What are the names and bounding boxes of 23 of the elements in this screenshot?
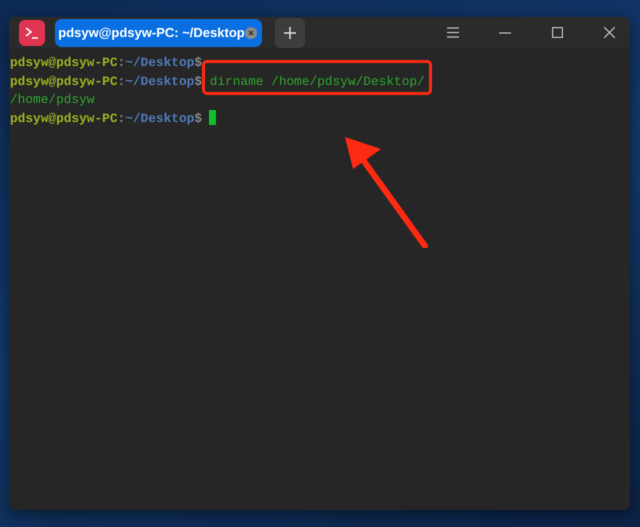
new-tab-button[interactable]	[275, 18, 305, 48]
minimize-icon	[499, 32, 511, 34]
plus-icon	[284, 26, 296, 38]
close-icon	[604, 27, 614, 38]
command-text: dirname /home/pdsyw/Desktop/	[210, 74, 425, 88]
maximize-icon	[552, 27, 562, 38]
prompt-user-host: pdsyw@pdsyw-PC	[10, 110, 118, 126]
prompt-separator: :	[118, 110, 126, 126]
menu-icon	[447, 27, 459, 38]
prompt-user-host: pdsyw@pdsyw-PC	[10, 74, 118, 88]
prompt-symbol: $	[194, 110, 202, 126]
output-text: /home/pdsyw	[10, 92, 94, 107]
prompt-path: ~/Desktop	[125, 74, 194, 88]
prompt-path: ~/Desktop	[125, 110, 194, 126]
prompt-user-host: pdsyw@pdsyw-PC	[10, 55, 118, 70]
prompt-separator: :	[118, 74, 126, 88]
prompt-symbol: $	[194, 74, 202, 88]
prompt-symbol: $	[194, 55, 202, 70]
prompt-separator: :	[118, 55, 126, 70]
prompt-path: ~/Desktop	[125, 55, 194, 70]
terminal-tab[interactable]: pdsyw@pdsyw-PC: ~/Desktop	[55, 18, 262, 46]
close-icon[interactable]	[245, 26, 257, 38]
terminal-app-icon	[19, 20, 45, 46]
